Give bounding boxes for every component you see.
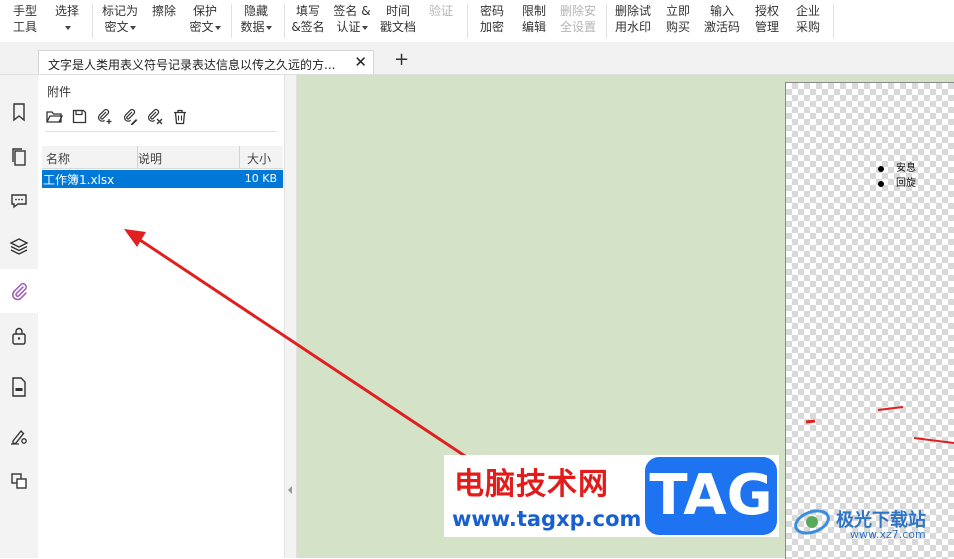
page-scribble-marks (805, 406, 954, 444)
watermark-site-name: 电脑技术网 (454, 467, 609, 502)
watermark-site-url: www.tagxp.com (452, 507, 642, 531)
tag-logo: TAG (641, 455, 779, 537)
site-watermark: 电脑技术网 www.tagxp.com (444, 455, 644, 537)
brand-url: www.xz7.com (850, 528, 926, 541)
brand-watermark: 极光下载站 www.xz7.com (790, 500, 954, 541)
brand-logo-icon (794, 509, 830, 535)
tag-logo-text: TAG (645, 457, 777, 535)
annotation-arrow (124, 229, 469, 460)
